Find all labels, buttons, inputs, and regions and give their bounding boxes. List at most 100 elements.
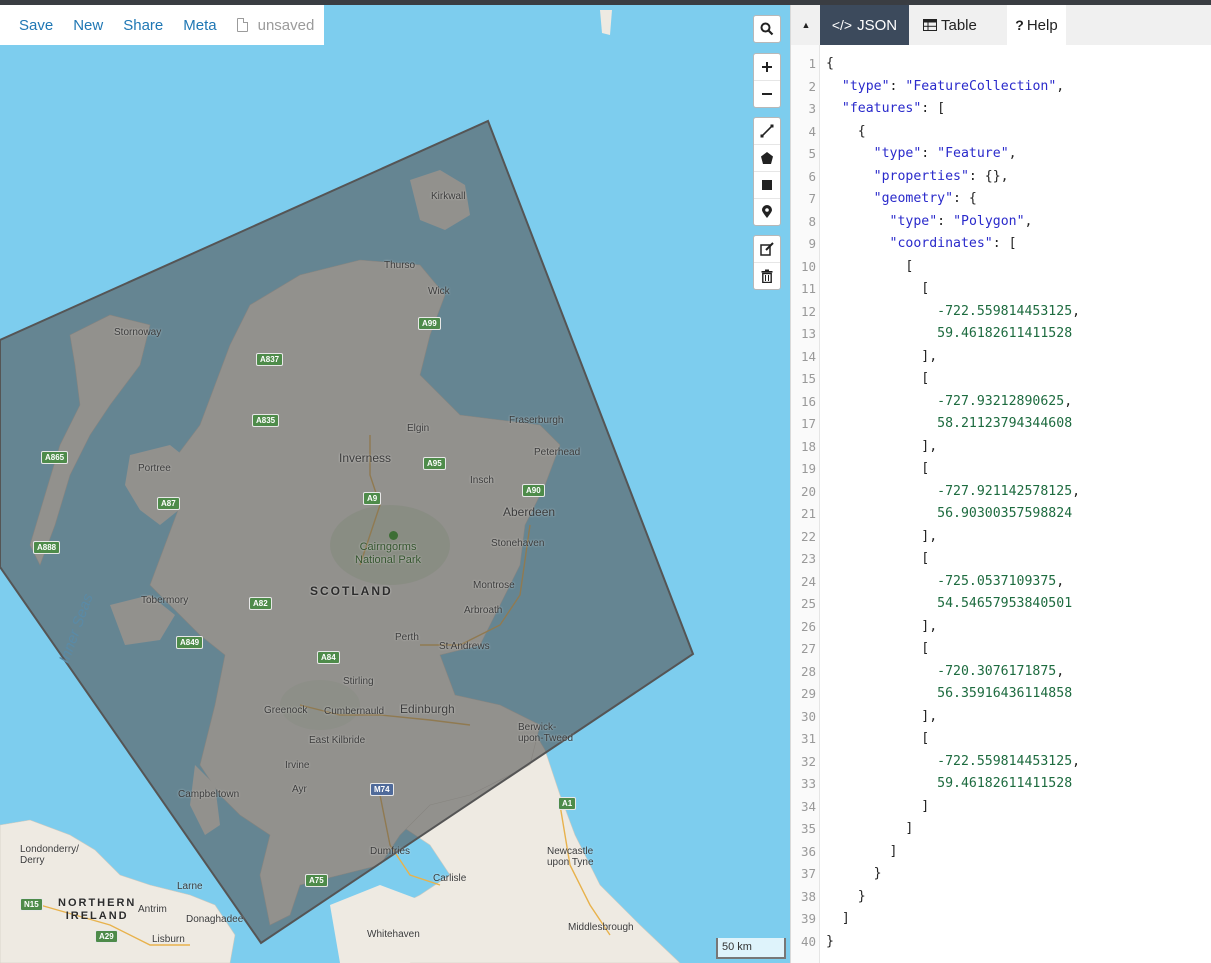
code-line[interactable]: 20 -727.921142578125, (791, 481, 1211, 504)
code-line[interactable]: 13 59.46182611411528 (791, 323, 1211, 346)
line-number: 19 (800, 461, 816, 476)
code-line[interactable]: 35 ] (791, 818, 1211, 841)
tab-json[interactable]: </> JSON (820, 5, 909, 45)
code-line[interactable]: 26 ], (791, 616, 1211, 639)
tab-table-label: Table (941, 16, 977, 34)
code-line[interactable]: 3 "features": [ (791, 98, 1211, 121)
code-token: : (889, 78, 906, 94)
code-line[interactable]: 33 59.46182611411528 (791, 773, 1211, 796)
code-line[interactable]: 4 { (791, 121, 1211, 144)
code-line[interactable]: 34 ] (791, 796, 1211, 819)
code-line[interactable]: 40} (791, 931, 1211, 954)
code-line[interactable]: 12 -722.559814453125, (791, 301, 1211, 324)
draw-polygon-button[interactable] (754, 144, 780, 171)
road-shield: A888 (33, 541, 61, 554)
line-number: 11 (800, 281, 816, 296)
trash-icon (761, 269, 773, 283)
code-token: , (1072, 483, 1081, 499)
code-text: "type": "FeatureCollection", (826, 76, 1064, 99)
code-line[interactable]: 10 [ (791, 256, 1211, 279)
code-text: 56.90300357598824 (826, 503, 1072, 526)
code-line[interactable]: 37 } (791, 863, 1211, 886)
map-label-cumbernauld: Cumbernauld (324, 706, 385, 717)
code-line[interactable]: 27 [ (791, 638, 1211, 661)
share-button[interactable]: Share (113, 17, 173, 34)
code-line[interactable]: 8 "type": "Polygon", (791, 211, 1211, 234)
londonderry-line2: Derry (20, 855, 45, 866)
save-button[interactable]: Save (0, 17, 63, 34)
file-status[interactable]: unsaved (227, 17, 325, 34)
code-line[interactable]: 9 "coordinates": [ (791, 233, 1211, 256)
code-line[interactable]: 30 ], (791, 706, 1211, 729)
code-text: ] (826, 818, 913, 841)
file-status-label: unsaved (257, 16, 315, 34)
code-token: 59.46182611411528 (937, 776, 1073, 791)
code-line[interactable]: 11 [ (791, 278, 1211, 301)
code-line[interactable]: 36 ] (791, 841, 1211, 864)
road-shield: N15 (20, 898, 43, 911)
code-line[interactable]: 22 ], (791, 526, 1211, 549)
delete-button[interactable] (754, 262, 780, 289)
code-line[interactable]: 24 -725.0537109375, (791, 571, 1211, 594)
edit-button[interactable] (754, 236, 780, 262)
code-line[interactable]: 6 "properties": {}, (791, 166, 1211, 189)
code-text: 59.46182611411528 (826, 773, 1072, 796)
line-number: 22 (800, 528, 816, 544)
draw-line-button[interactable] (754, 118, 780, 144)
code-token: , (1056, 573, 1065, 589)
code-line[interactable]: 38 } (791, 886, 1211, 909)
code-line[interactable]: 31 [ (791, 728, 1211, 751)
code-line[interactable]: 5 "type": "Feature", (791, 143, 1211, 166)
code-line[interactable]: 29 56.35916436114858 (791, 683, 1211, 706)
code-text: 56.35916436114858 (826, 683, 1072, 706)
map-label-newcastle: Newcastle upon Tyne (547, 846, 594, 868)
code-text: 58.21123794344608 (826, 413, 1072, 436)
code-line[interactable]: 1{ (791, 53, 1211, 76)
code-line[interactable]: 19 [ (791, 458, 1211, 481)
code-token: "Feature" (937, 146, 1009, 161)
zoom-out-button[interactable] (754, 80, 780, 107)
code-text: "properties": {}, (826, 166, 1009, 189)
berwick-line2: upon-Tweed (518, 733, 574, 744)
code-line[interactable]: 18 ], (791, 436, 1211, 459)
code-token: "type" (841, 78, 890, 94)
code-line[interactable]: 7 "geometry": { (791, 188, 1211, 211)
code-line[interactable]: 32 -722.559814453125, (791, 751, 1211, 774)
collapse-panel-button[interactable]: ▲ (795, 5, 817, 45)
drawn-polygon[interactable] (0, 119, 695, 945)
map-view[interactable]: Kirkwall Thurso Wick Stornoway Elgin Fra… (0, 5, 790, 963)
code-line[interactable]: 21 56.90300357598824 (791, 503, 1211, 526)
draw-marker-button[interactable] (754, 198, 780, 225)
line-number: 13 (800, 326, 816, 341)
new-button[interactable]: New (63, 17, 113, 34)
code-line[interactable]: 23 [ (791, 548, 1211, 571)
json-editor[interactable]: 1{2 "type": "FeatureCollection", 3 "featu… (791, 45, 1211, 963)
minus-icon (762, 93, 772, 95)
map-basemap (0, 10, 695, 963)
code-line[interactable]: 17 58.21123794344608 (791, 413, 1211, 436)
map-label-elgin: Elgin (407, 423, 430, 434)
search-button[interactable] (754, 16, 780, 42)
code-line[interactable]: 15 [ (791, 368, 1211, 391)
code-token: 59.46182611411528 (937, 326, 1073, 341)
tab-table[interactable]: Table (923, 5, 977, 45)
code-line[interactable]: 39 ] (791, 908, 1211, 931)
code-line[interactable]: 25 54.54657953840501 (791, 593, 1211, 616)
code-line[interactable]: 14 ], (791, 346, 1211, 369)
code-line[interactable]: 28 -720.3076171875, (791, 661, 1211, 684)
code-text: [ (826, 368, 929, 391)
code-token: } (826, 888, 866, 904)
road-shield: A849 (176, 636, 204, 649)
meta-button[interactable]: Meta (173, 17, 226, 34)
ni-line2: IRELAND (65, 910, 129, 922)
line-number: 14 (800, 348, 816, 364)
code-token: , (1024, 213, 1033, 229)
tab-help[interactable]: ? Help (1007, 5, 1066, 45)
code-text: 54.54657953840501 (826, 593, 1072, 616)
code-line[interactable]: 16 -727.93212890625, (791, 391, 1211, 414)
zoom-in-button[interactable] (754, 54, 780, 80)
code-line[interactable]: 2 "type": "FeatureCollection", (791, 76, 1211, 99)
draw-rectangle-button[interactable] (754, 171, 780, 198)
